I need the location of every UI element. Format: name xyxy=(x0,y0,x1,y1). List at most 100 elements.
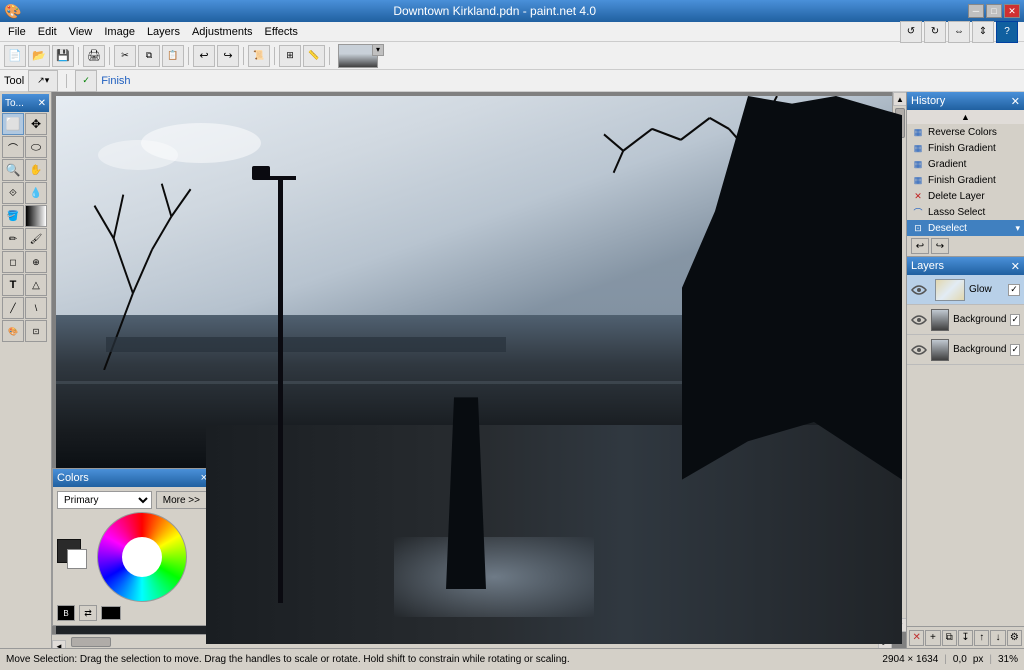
color-pick-tool[interactable]: 💧 xyxy=(25,182,47,204)
flip-v-btn[interactable]: ⇕ xyxy=(972,21,994,43)
zoom-tool[interactable]: 🔍 xyxy=(2,159,24,181)
history-item-5[interactable]: ⌒ Lasso Select xyxy=(907,204,1024,220)
layer-visible-0[interactable]: ✓ xyxy=(1008,284,1020,296)
layer-name-1: Background xyxy=(953,314,1006,325)
scrollbar-up-button[interactable]: ▲ xyxy=(893,92,906,106)
selection-tool[interactable]: ⊡ xyxy=(25,320,47,342)
shape-tool[interactable]: △ xyxy=(25,274,47,296)
eraser-tool[interactable]: ◻ xyxy=(2,251,24,273)
tool-row-1: ⬜ ✥ xyxy=(2,113,49,135)
recolor-tool[interactable]: 🎨 xyxy=(2,320,24,342)
checkmark-button[interactable]: ✓ xyxy=(75,70,97,92)
history-scroll-up[interactable]: ▲ xyxy=(907,110,1024,124)
flip-h-btn[interactable]: ⇔ xyxy=(948,21,970,43)
new-button[interactable]: 📄 xyxy=(4,45,26,67)
close-button[interactable]: ✕ xyxy=(1004,4,1020,18)
color-wheel[interactable] xyxy=(97,512,187,602)
menu-image[interactable]: Image xyxy=(98,24,141,40)
status-coordinates: 0,0 xyxy=(953,654,967,665)
copy-button[interactable]: ⧉ xyxy=(138,45,160,67)
menu-file[interactable]: File xyxy=(2,24,32,40)
rotate-left-btn[interactable]: ↺ xyxy=(900,21,922,43)
history-checkmark: ▾ xyxy=(1015,223,1020,234)
menu-layers[interactable]: Layers xyxy=(141,24,186,40)
window-controls[interactable]: ─ □ ✕ xyxy=(968,4,1020,18)
history-item-6[interactable]: ⊡ Deselect ▾ xyxy=(907,220,1024,236)
undo-button[interactable]: ↩ xyxy=(193,45,215,67)
colors-more-button[interactable]: More >> xyxy=(156,491,207,509)
curve-tool[interactable]: \ xyxy=(25,297,47,319)
color-value-display xyxy=(101,606,121,620)
layer-move-up-button[interactable]: ↑ xyxy=(974,630,989,646)
rotate-right-btn[interactable]: ↻ xyxy=(924,21,946,43)
history-item-0[interactable]: ▦ Reverse Colors xyxy=(907,124,1024,140)
thumbnail-arrow[interactable]: ▾ xyxy=(372,44,384,56)
history-item-4[interactable]: ✕ Delete Layer xyxy=(907,188,1024,204)
clone-stamp-tool[interactable]: ⊕ xyxy=(25,251,47,273)
save-button[interactable]: 💾 xyxy=(52,45,74,67)
background-swatch[interactable] xyxy=(67,549,87,569)
scrollbar-left-button[interactable]: ◄ xyxy=(52,640,66,649)
toolbox-close[interactable]: ✕ xyxy=(38,98,46,109)
minimize-button[interactable]: ─ xyxy=(968,4,984,18)
move-selection-tool[interactable]: ✥ xyxy=(25,113,47,135)
status-unit: px xyxy=(973,654,984,665)
ellipse-select-tool[interactable]: ⬭ xyxy=(25,136,47,158)
paintbrush-tool[interactable]: 🖌 xyxy=(25,228,47,250)
color-swap-button[interactable]: ⇄ xyxy=(79,605,97,621)
tool-select[interactable]: ↗▾ xyxy=(28,70,58,92)
line-tool[interactable]: ╱ xyxy=(2,297,24,319)
layer-visible-1[interactable]: ✓ xyxy=(1010,314,1020,326)
layers-close-button[interactable]: ✕ xyxy=(1011,260,1020,273)
history-item-1[interactable]: ▦ Finish Gradient xyxy=(907,140,1024,156)
redo-button[interactable]: ↪ xyxy=(217,45,239,67)
color-reset-button[interactable]: B xyxy=(57,605,75,621)
tool-row-8: T △ xyxy=(2,274,49,296)
text-tool[interactable]: T xyxy=(2,274,24,296)
colors-title: Colors × xyxy=(53,469,211,487)
cut-button[interactable]: ✂ xyxy=(114,45,136,67)
rectangle-select-tool[interactable]: ⬜ xyxy=(2,113,24,135)
pan-tool[interactable]: ✋ xyxy=(25,159,47,181)
finish-label: Finish xyxy=(101,75,130,87)
history-toolbar: ↩ ↪ xyxy=(907,236,1024,256)
scrollbar-thumb-h[interactable] xyxy=(71,637,111,647)
paste-button[interactable]: 📋 xyxy=(162,45,184,67)
colors-mode-select[interactable]: Primary Secondary xyxy=(57,491,152,509)
layer-item-0[interactable]: Glow ✓ xyxy=(907,275,1024,305)
open-button[interactable]: 📂 xyxy=(28,45,50,67)
rulers-button[interactable]: 📏 xyxy=(303,45,325,67)
layer-duplicate-button[interactable]: ⧉ xyxy=(942,630,957,646)
grid-button[interactable]: ⊞ xyxy=(279,45,301,67)
history-item-2[interactable]: ▦ Gradient xyxy=(907,156,1024,172)
help-btn[interactable]: ? xyxy=(996,21,1018,43)
gradient-tool[interactable]: G xyxy=(25,205,47,227)
menu-effects[interactable]: Effects xyxy=(259,24,304,40)
tool-row-4: ⟐ 💧 xyxy=(2,182,49,204)
menu-edit[interactable]: Edit xyxy=(32,24,63,40)
layer-delete-button[interactable]: ✕ xyxy=(909,630,924,646)
layer-add-button[interactable]: + xyxy=(925,630,940,646)
history-item-3[interactable]: ▦ Finish Gradient xyxy=(907,172,1024,188)
menu-adjustments[interactable]: Adjustments xyxy=(186,24,259,40)
history-toggle-button[interactable]: 📜 xyxy=(248,45,270,67)
layer-visible-2[interactable]: ✓ xyxy=(1010,344,1020,356)
layer-properties-button[interactable]: ⚙ xyxy=(1007,630,1022,646)
lasso-select-tool[interactable]: ⌒ xyxy=(2,136,24,158)
status-zoom: 31% xyxy=(998,654,1018,665)
history-close-button[interactable]: ✕ xyxy=(1011,95,1020,108)
layer-item-2[interactable]: Background ✓ xyxy=(907,335,1024,365)
magic-wand-tool[interactable]: ⟐ xyxy=(2,182,24,204)
history-undo-button[interactable]: ↩ xyxy=(911,238,929,254)
print-button[interactable]: 🖨 xyxy=(83,45,105,67)
layer-move-down-button[interactable]: ↓ xyxy=(990,630,1005,646)
pencil-tool[interactable]: ✏ xyxy=(2,228,24,250)
paintbucket-tool[interactable]: 🪣 xyxy=(2,205,24,227)
menu-view[interactable]: View xyxy=(63,24,99,40)
colors-panel: Colors × Primary Secondary More >> xyxy=(52,468,212,626)
maximize-button[interactable]: □ xyxy=(986,4,1002,18)
layer-merge-button[interactable]: ↧ xyxy=(958,630,973,646)
history-icon-0: ▦ xyxy=(911,125,925,139)
history-redo-button[interactable]: ↪ xyxy=(931,238,949,254)
layer-item-1[interactable]: Background ✓ xyxy=(907,305,1024,335)
